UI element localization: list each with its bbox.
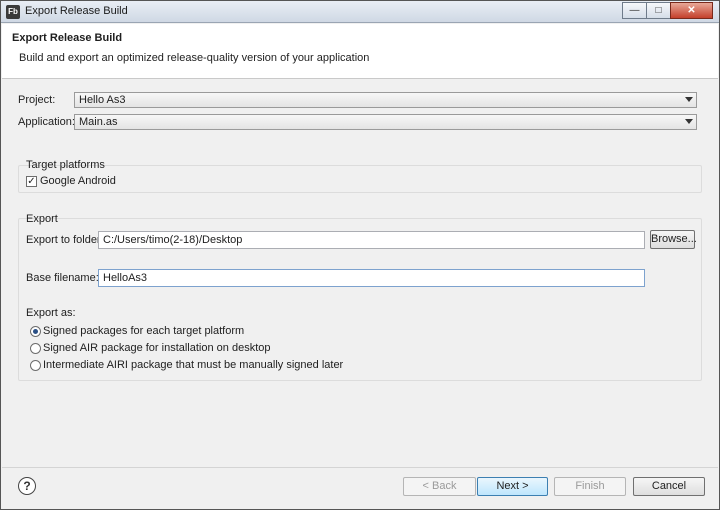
- export-folder-input[interactable]: C:/Users/timo(2-18)/Desktop: [98, 231, 645, 249]
- radio-intermediate-airi[interactable]: [30, 360, 41, 371]
- radio-signed-packages[interactable]: [30, 326, 41, 337]
- project-select[interactable]: Hello As3: [74, 92, 697, 108]
- base-filename-label: Base filename:: [26, 272, 99, 284]
- next-button[interactable]: Next >: [477, 477, 548, 496]
- application-label: Application:: [18, 116, 75, 128]
- export-folder-label: Export to folder:: [26, 234, 104, 246]
- export-heading: Export: [26, 213, 58, 225]
- window-controls: — □ ✕: [622, 2, 713, 19]
- help-icon[interactable]: ?: [18, 477, 36, 495]
- banner-title: Export Release Build: [12, 32, 123, 44]
- header-banner: Export Release Build Build and export an…: [2, 24, 718, 79]
- footer-separator: [2, 467, 718, 468]
- title-bar: Fb Export Release Build — □ ✕: [1, 1, 719, 23]
- banner-description: Build and export an optimized release-qu…: [19, 52, 370, 64]
- minimize-button[interactable]: —: [622, 2, 647, 19]
- export-as-label: Export as:: [26, 307, 76, 319]
- target-platforms-heading: Target platforms: [26, 159, 105, 171]
- finish-button[interactable]: Finish: [554, 477, 626, 496]
- radio-intermediate-airi-label: Intermediate AIRI package that must be m…: [43, 359, 344, 371]
- application-select[interactable]: Main.as: [74, 114, 697, 130]
- flash-builder-app-icon: Fb: [6, 5, 20, 19]
- project-select-value: Hello As3: [79, 94, 126, 106]
- radio-signed-air-package-label: Signed AIR package for installation on d…: [43, 342, 271, 354]
- back-button[interactable]: < Back: [403, 477, 476, 496]
- base-filename-value: HelloAs3: [103, 272, 148, 284]
- browse-button[interactable]: Browse...: [650, 230, 697, 249]
- base-filename-input[interactable]: HelloAs3: [98, 269, 645, 287]
- window-title: Export Release Build: [25, 5, 128, 17]
- radio-signed-packages-label: Signed packages for each target platform: [43, 325, 245, 337]
- application-select-value: Main.as: [79, 116, 118, 128]
- export-folder-value: C:/Users/timo(2-18)/Desktop: [103, 234, 243, 246]
- google-android-label: Google Android: [40, 175, 116, 187]
- close-button[interactable]: ✕: [670, 2, 713, 19]
- cancel-button[interactable]: Cancel: [633, 477, 705, 496]
- chevron-down-icon: [685, 119, 693, 124]
- google-android-checkbox[interactable]: ✓: [26, 176, 37, 187]
- target-platforms-group: [18, 165, 702, 193]
- chevron-down-icon: [685, 97, 693, 102]
- radio-signed-air-package[interactable]: [30, 343, 41, 354]
- export-release-build-dialog: Fb Export Release Build — □ ✕ Export Rel…: [0, 0, 720, 510]
- project-label: Project:: [18, 94, 56, 106]
- maximize-button[interactable]: □: [646, 2, 671, 19]
